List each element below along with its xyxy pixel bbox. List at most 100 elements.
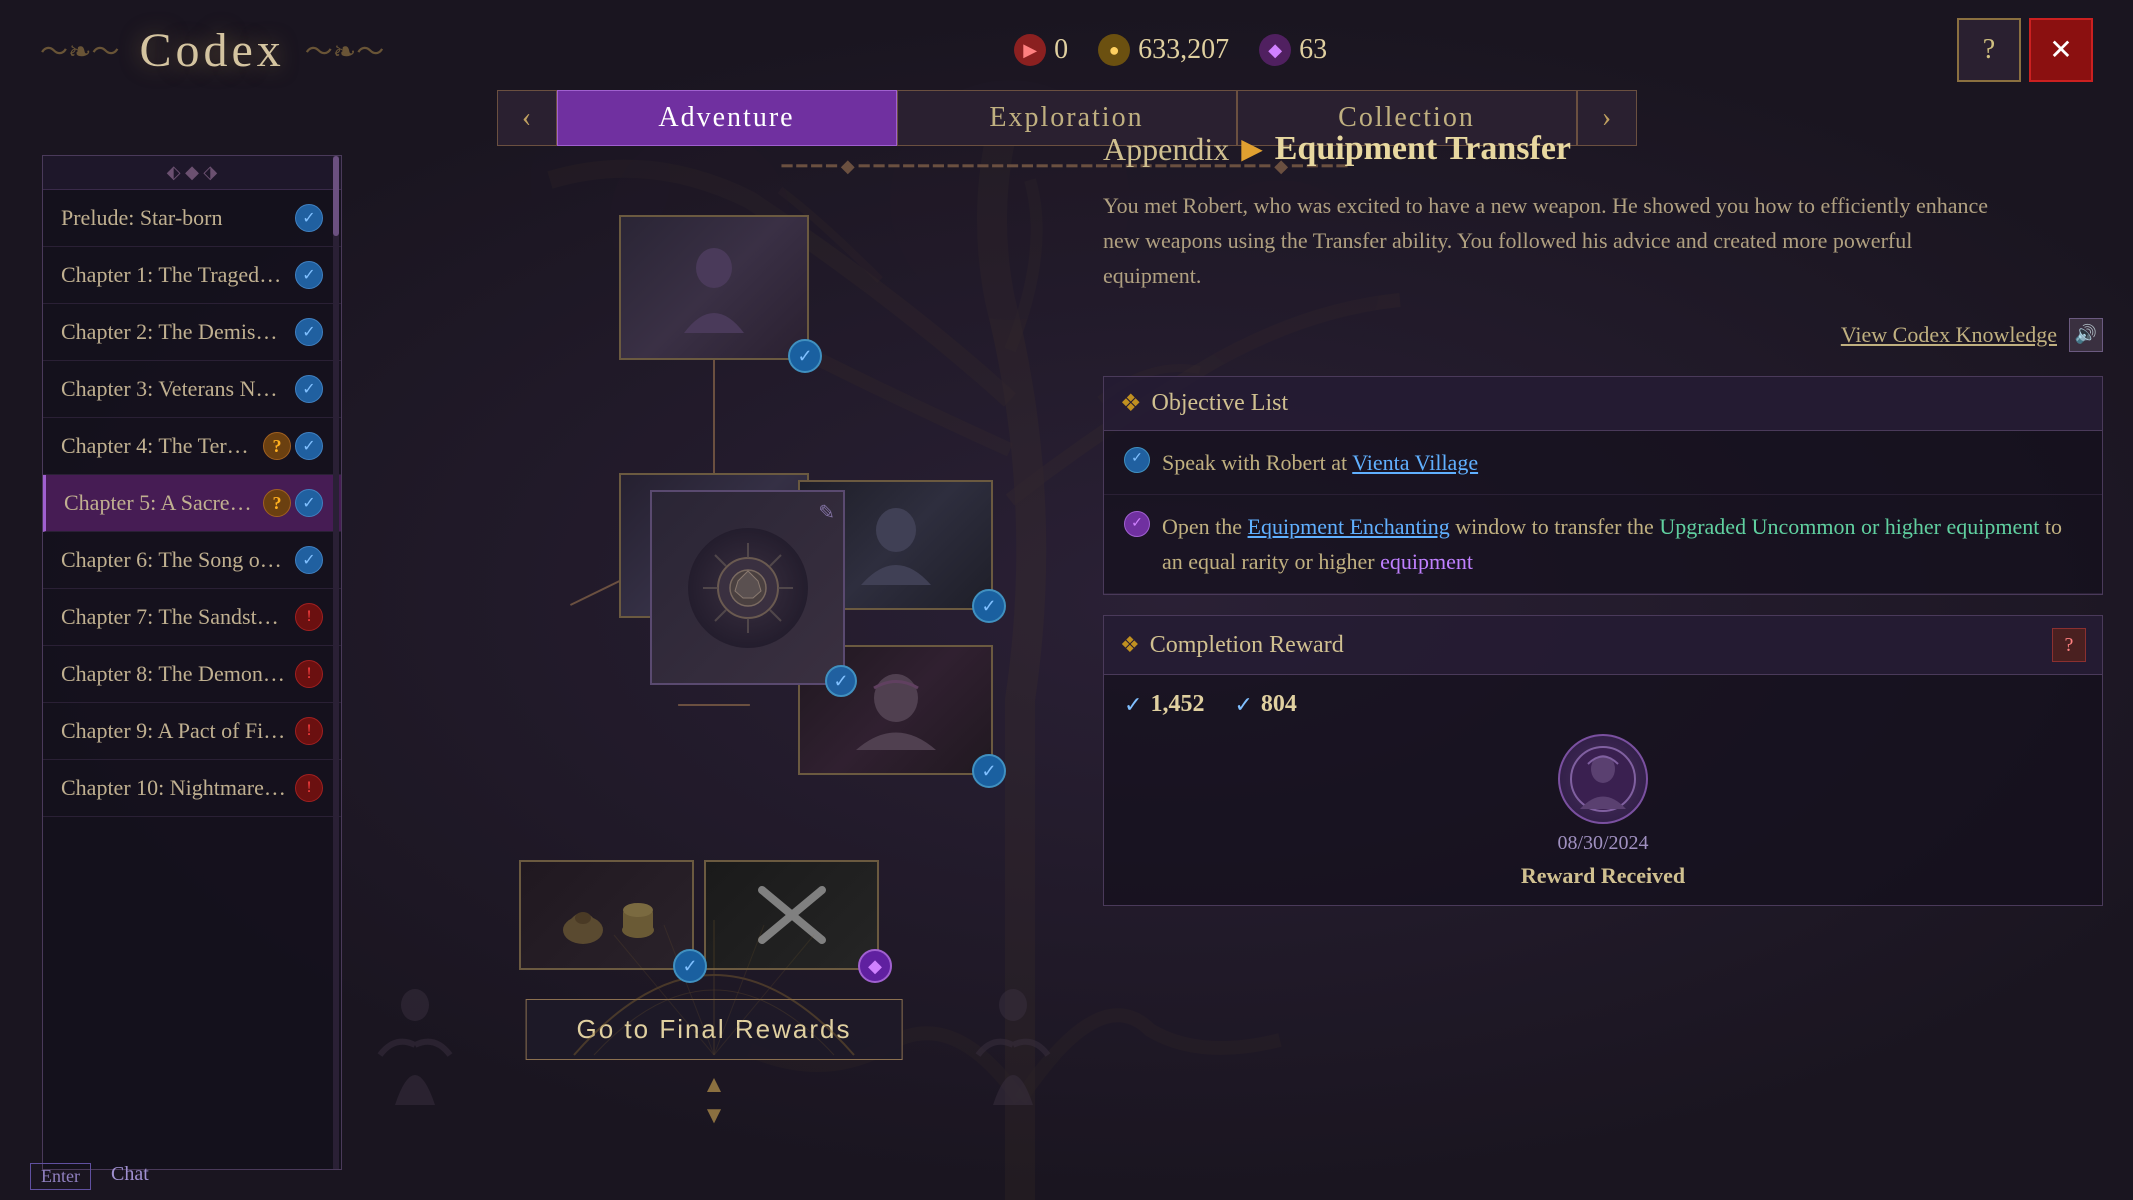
close-button[interactable]: ✕ — [2029, 18, 2093, 82]
vienta-village-link[interactable]: Vienta Village — [1352, 450, 1478, 475]
view-codex-label[interactable]: View Codex Knowledge — [1841, 322, 2057, 348]
currency-red-icon: ▶ — [1014, 34, 1046, 66]
bottom-bar: Enter Chat — [30, 1163, 149, 1190]
sun-emblem-svg — [693, 533, 803, 643]
sidebar-badge-check-0: ✓ — [295, 204, 323, 232]
currency-gold-icon: ● — [1098, 34, 1130, 66]
equipment-text: equipment — [1380, 549, 1473, 574]
sidebar-item-ch1[interactable]: Chapter 1: The Tragedy of th ✓ — [43, 247, 341, 304]
tab-adventure[interactable]: Adventure — [557, 90, 897, 146]
objective-text-2: Open the Equipment Enchanting window to … — [1162, 509, 2082, 579]
reward-question-button[interactable]: ? — [2052, 628, 2086, 662]
header: 〜❧〜 Codex 〜❧〜 ▶ 0 ● 633,207 ◆ 63 ? ✕ — [0, 0, 2133, 80]
floating-card-check: ✓ — [825, 665, 857, 697]
reward-item-box: 08/30/2024 Reward Received — [1124, 734, 2082, 889]
top-right-buttons: ? ✕ — [1957, 18, 2093, 82]
sidebar-item-ch6[interactable]: Chapter 6: The Song of the W ✓ — [43, 532, 341, 589]
right-panel: Appendix ▶ Equipment Transfer You met Ro… — [1103, 130, 2103, 1180]
sidebar-badge-check-1: ✓ — [295, 261, 323, 289]
sidebar-item-ch8[interactable]: Chapter 8: The Demon's Smi ! — [43, 646, 341, 703]
appendix-arrow: ▶ — [1241, 132, 1263, 166]
reward-check-icon-1: ✓ — [1124, 692, 1142, 718]
sidebar-badge-alert-7: ! — [295, 603, 323, 631]
nav-arrow-left[interactable]: ‹ — [497, 90, 557, 146]
sidebar-item-ch5[interactable]: Chapter 5: A Sacred Pled ? ✓ — [43, 475, 341, 532]
main-content: 〜❧〜 Codex 〜❧〜 ▶ 0 ● 633,207 ◆ 63 ? ✕ ‹ — [0, 0, 2133, 1200]
sidebar-item-ch9[interactable]: Chapter 9: A Pact of Fire and ! — [43, 703, 341, 760]
reward-counts: ✓ 1,452 ✓ 804 — [1124, 691, 2082, 718]
edit-icon: ✎ — [818, 500, 835, 525]
currency-bar: ▶ 0 ● 633,207 ◆ 63 — [1014, 34, 1327, 66]
right-figure-svg — [973, 985, 1053, 1105]
sidebar-badge-quest-5: ? — [263, 489, 291, 517]
currency-purple: ◆ 63 — [1259, 34, 1327, 66]
currency-red-value: 0 — [1054, 34, 1068, 66]
sidebar-item-ch7[interactable]: Chapter 7: The Sandstorm O ! — [43, 589, 341, 646]
obj-check-2: ✓ — [1124, 511, 1150, 537]
reward-count-1: ✓ 1,452 — [1124, 691, 1204, 718]
final-rewards-button-container: ▲ Go to Final Rewards ▼ — [702, 1072, 726, 1130]
reward-date: 08/30/2024 — [1557, 832, 1648, 855]
sun-emblem-icon — [688, 528, 808, 648]
equipment-enchanting-link[interactable]: Equipment Enchanting — [1248, 514, 1450, 539]
currency-gold-value: 633,207 — [1138, 34, 1229, 66]
left-figure-svg — [375, 985, 455, 1105]
currency-gold: ● 633,207 — [1098, 34, 1229, 66]
objective-header-icon: ❖ — [1120, 389, 1142, 418]
sidebar-item-ch4[interactable]: Chapter 4: The Terrific Tr ? ✓ — [43, 418, 341, 475]
sidebar-item-ch2[interactable]: Chapter 2: The Demise of the ✓ — [43, 304, 341, 361]
sidebar-item-ch10[interactable]: Chapter 10: Nightmare Déjà ! — [43, 760, 341, 817]
node-card-bags-badge: ✓ — [673, 949, 707, 983]
reward-header: ❖ Completion Reward ? — [1104, 616, 2102, 675]
objective-text-1: Speak with Robert at Vienta Village — [1162, 445, 1478, 480]
objective-header-label: Objective List — [1152, 390, 1289, 417]
objective-item-2: ✓ Open the Equipment Enchanting window t… — [1104, 495, 2102, 594]
currency-red: ▶ 0 — [1014, 34, 1068, 66]
sidebar-item-ch3[interactable]: Chapter 3: Veterans Never D ✓ — [43, 361, 341, 418]
enter-label[interactable]: Enter — [30, 1163, 91, 1190]
obj-check-1: ✓ — [1124, 447, 1150, 473]
sidebar-item-prelude[interactable]: Prelude: Star-born ✓ — [43, 190, 341, 247]
sidebar-badge-check-4: ✓ — [295, 432, 323, 460]
help-button[interactable]: ? — [1957, 18, 2021, 82]
completion-reward-label: Completion Reward — [1150, 632, 1344, 659]
left-ornament: 〜❧〜 — [40, 30, 119, 70]
reward-icon — [1558, 734, 1648, 824]
reward-value-1: 1,452 — [1150, 691, 1204, 718]
description-text: You met Robert, who was excited to have … — [1103, 188, 2003, 294]
sidebar-scrollbar-thumb — [333, 156, 339, 236]
map-arrow-up: ▲ — [702, 1072, 726, 1099]
floating-card-ch5[interactable]: ✎ — [650, 490, 845, 685]
arc-svg — [564, 915, 864, 1065]
node-card-right-badge: ✓ — [972, 589, 1006, 623]
sidebar-badge-check-5: ✓ — [295, 489, 323, 517]
right-figure — [973, 985, 1053, 1110]
sound-icon[interactable]: 🔊 — [2069, 318, 2103, 352]
objective-section: ❖ Objective List ✓ Speak with Robert at … — [1103, 376, 2103, 596]
reward-value-2: 804 — [1261, 691, 1297, 718]
sidebar-badge-check-6: ✓ — [295, 546, 323, 574]
sidebar-badge-alert-8: ! — [295, 660, 323, 688]
appendix-label: Appendix — [1103, 131, 1229, 168]
sidebar-ornament: ⬖ ◆ ⬗ — [43, 156, 341, 190]
map-area: ✓ ✓ — [355, 155, 1073, 1170]
sidebar-scrollbar[interactable] — [333, 156, 339, 1169]
chat-label[interactable]: Chat — [111, 1163, 149, 1190]
reward-check-icon-2: ✓ — [1234, 692, 1252, 718]
completion-reward-section: ❖ Completion Reward ? ✓ 1,452 ✓ 804 — [1103, 615, 2103, 906]
sidebar-badge-check-3: ✓ — [295, 375, 323, 403]
node-card-top[interactable]: ✓ — [619, 215, 809, 360]
appendix-header: Appendix ▶ Equipment Transfer — [1103, 130, 2103, 168]
sidebar-badge-alert-10: ! — [295, 774, 323, 802]
node-card-lower-right-badge: ✓ — [972, 754, 1006, 788]
reward-received-label: Reward Received — [1521, 863, 1685, 889]
reward-header-left: ❖ Completion Reward — [1120, 632, 1344, 659]
reward-content: ✓ 1,452 ✓ 804 — [1104, 675, 2102, 905]
appendix-title: Equipment Transfer — [1275, 130, 1571, 168]
sidebar-badge-check-2: ✓ — [295, 318, 323, 346]
currency-purple-value: 63 — [1299, 34, 1327, 66]
sidebar-badge-quest-4: ? — [263, 432, 291, 460]
reward-header-icon: ❖ — [1120, 632, 1140, 658]
reward-count-2: ✓ 804 — [1234, 691, 1296, 718]
upgraded-equipment-text: Upgraded Uncommon or higher equipment — [1659, 514, 2039, 539]
